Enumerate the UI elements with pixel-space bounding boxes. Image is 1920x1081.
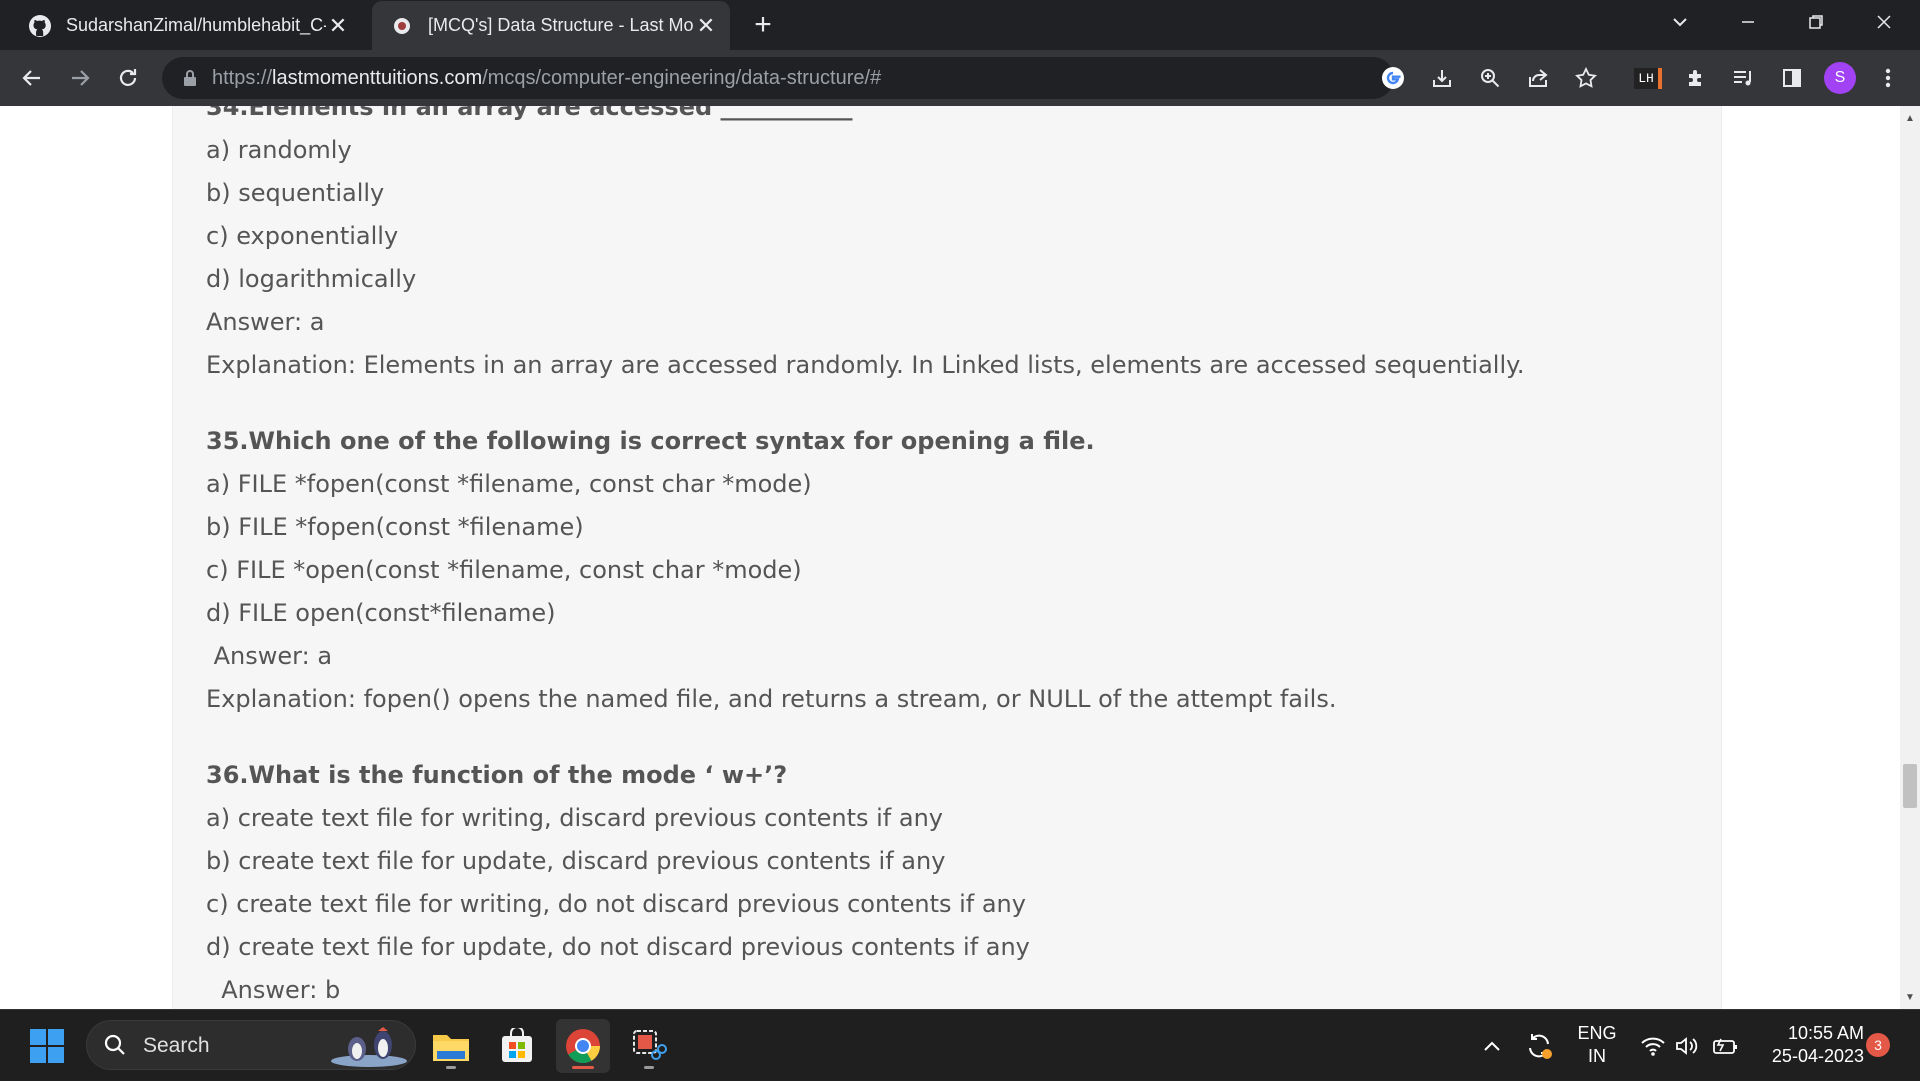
notification-badge[interactable]: 3 (1866, 1033, 1890, 1057)
option-36-a: a) create text file for writing, discard… (206, 804, 944, 832)
option-35-c: c) FILE *open(const *filename, const cha… (206, 556, 802, 584)
option-36-c: c) create text file for writing, do not … (206, 890, 1026, 918)
taskbar-search[interactable]: Search (86, 1020, 416, 1070)
profile-avatar[interactable]: S (1824, 62, 1856, 94)
clock-time: 10:55 AM (1787, 1023, 1864, 1043)
tab-mcq-active[interactable]: [MCQ's] Data Structure - Last Mo ✕ (372, 1, 730, 50)
clock-date: 25-04-2023 (1771, 1046, 1864, 1066)
answer-36: Answer: b (206, 976, 341, 1004)
tab-strip: SudarshanZimal/humblehabit_C- ✕ [MCQ's] … (0, 0, 1920, 50)
explanation-34: Explanation: Elements in an array are ac… (206, 351, 1525, 379)
explanation-35: Explanation: fopen() opens the named fil… (206, 685, 1337, 713)
option-36-d: d) create text file for update, do not d… (206, 933, 1030, 961)
windows-taskbar: Search ENG IN 10:55 AM 25-04-2023 3 (0, 1009, 1920, 1080)
option-35-b: b) FILE *fopen(const *filename) (206, 513, 584, 541)
new-tab-icon[interactable]: + (748, 8, 778, 41)
wifi-icon[interactable] (1636, 1010, 1670, 1081)
language-label: ENG (1577, 1023, 1617, 1043)
scroll-up-icon[interactable]: ▲ (1900, 108, 1920, 128)
search-icon (103, 1033, 127, 1062)
more-menu-icon[interactable] (1872, 62, 1904, 94)
side-panel-icon[interactable] (1776, 62, 1808, 94)
battery-icon[interactable] (1708, 1010, 1742, 1081)
browser-toolbar: https://lastmomenttuitions.com/mcqs/comp… (0, 50, 1920, 106)
media-queue-icon[interactable] (1728, 62, 1760, 94)
sync-update-icon[interactable] (1522, 1010, 1556, 1081)
option-35-a: a) FILE *fopen(const *filename, const ch… (206, 470, 812, 498)
question-34: 34.Elements in an array are accessed ___… (206, 106, 853, 121)
start-windows-icon[interactable] (20, 1019, 74, 1073)
google-lens-icon[interactable] (1380, 65, 1406, 96)
url-path: /mcqs/computer-engineering/data-structur… (482, 67, 882, 89)
file-explorer-icon[interactable] (424, 1019, 478, 1073)
option-34-c: c) exponentially (206, 222, 399, 250)
scroll-thumb[interactable] (1903, 764, 1917, 808)
answer-34: Answer: a (206, 308, 325, 336)
microsoft-store-icon[interactable] (490, 1019, 544, 1073)
share-icon[interactable] (1522, 62, 1554, 94)
forward-icon[interactable] (62, 60, 98, 96)
search-label: Search (143, 1034, 210, 1057)
snipping-tool-icon[interactable] (622, 1019, 676, 1073)
page-viewport: 34.Elements in an array are accessed ___… (0, 106, 1900, 1009)
lock-icon[interactable] (180, 68, 200, 88)
url-text[interactable]: https://lastmomenttuitions.com/mcqs/comp… (212, 67, 881, 90)
question-35: 35.Which one of the following is correct… (206, 427, 1095, 455)
close-window-icon[interactable] (1850, 0, 1918, 44)
github-icon (28, 14, 52, 38)
question-36: 36.What is the function of the mode ‘ w+… (206, 761, 788, 789)
back-icon[interactable] (14, 60, 50, 96)
restore-icon[interactable] (1782, 0, 1850, 44)
mcq-content-card: 34.Elements in an array are accessed ___… (172, 106, 1722, 1009)
answer-35: Answer: a (206, 642, 333, 670)
url-scheme: https:// (212, 67, 273, 89)
close-tab-icon[interactable]: ✕ (326, 13, 350, 38)
zoom-icon[interactable] (1474, 62, 1506, 94)
system-clock[interactable]: 10:55 AM 25-04-2023 (1752, 1022, 1864, 1068)
install-app-icon[interactable] (1426, 62, 1458, 94)
running-indicator (446, 1066, 456, 1069)
address-bar[interactable]: https://lastmomenttuitions.com/mcqs/comp… (162, 57, 1404, 99)
extension-badge-label: LH (1634, 67, 1662, 89)
region-label: IN (1588, 1046, 1606, 1066)
tab-github[interactable]: SudarshanZimal/humblehabit_C- ✕ (18, 1, 358, 50)
tab-title: SudarshanZimal/humblehabit_C- (66, 15, 326, 35)
active-indicator (572, 1066, 594, 1069)
minimize-icon[interactable] (1714, 0, 1782, 44)
option-35-d: d) FILE open(const*filename) (206, 599, 556, 627)
bookmark-star-icon[interactable] (1570, 62, 1602, 94)
option-34-d: d) logarithmically (206, 265, 417, 293)
site-favicon-icon (390, 14, 414, 38)
url-domain: lastmomenttuitions.com (272, 67, 483, 89)
option-34-b: b) sequentially (206, 179, 385, 207)
option-36-b: b) create text file for update, discard … (206, 847, 946, 875)
show-hidden-icons-icon[interactable] (1478, 1010, 1506, 1081)
lh-extension-icon[interactable]: LH (1632, 62, 1664, 94)
extensions-puzzle-icon[interactable] (1680, 62, 1712, 94)
reload-icon[interactable] (110, 60, 146, 96)
running-indicator (644, 1066, 654, 1069)
language-indicator[interactable]: ENG IN (1572, 1022, 1622, 1068)
scroll-down-icon[interactable]: ▼ (1900, 987, 1920, 1007)
search-highlight-penguins-icon (329, 1023, 409, 1072)
tab-search-icon[interactable] (1646, 0, 1714, 44)
page-scrollbar[interactable]: ▲ ▼ (1900, 106, 1920, 1009)
close-tab-icon[interactable]: ✕ (694, 13, 718, 38)
tab-title: [MCQ's] Data Structure - Last Mo (428, 15, 694, 35)
mcq-list: 34.Elements in an array are accessed ___… (206, 106, 1525, 1009)
option-34-a: a) randomly (206, 136, 352, 164)
chrome-taskbar-icon[interactable] (556, 1019, 610, 1073)
volume-icon[interactable] (1670, 1010, 1704, 1081)
